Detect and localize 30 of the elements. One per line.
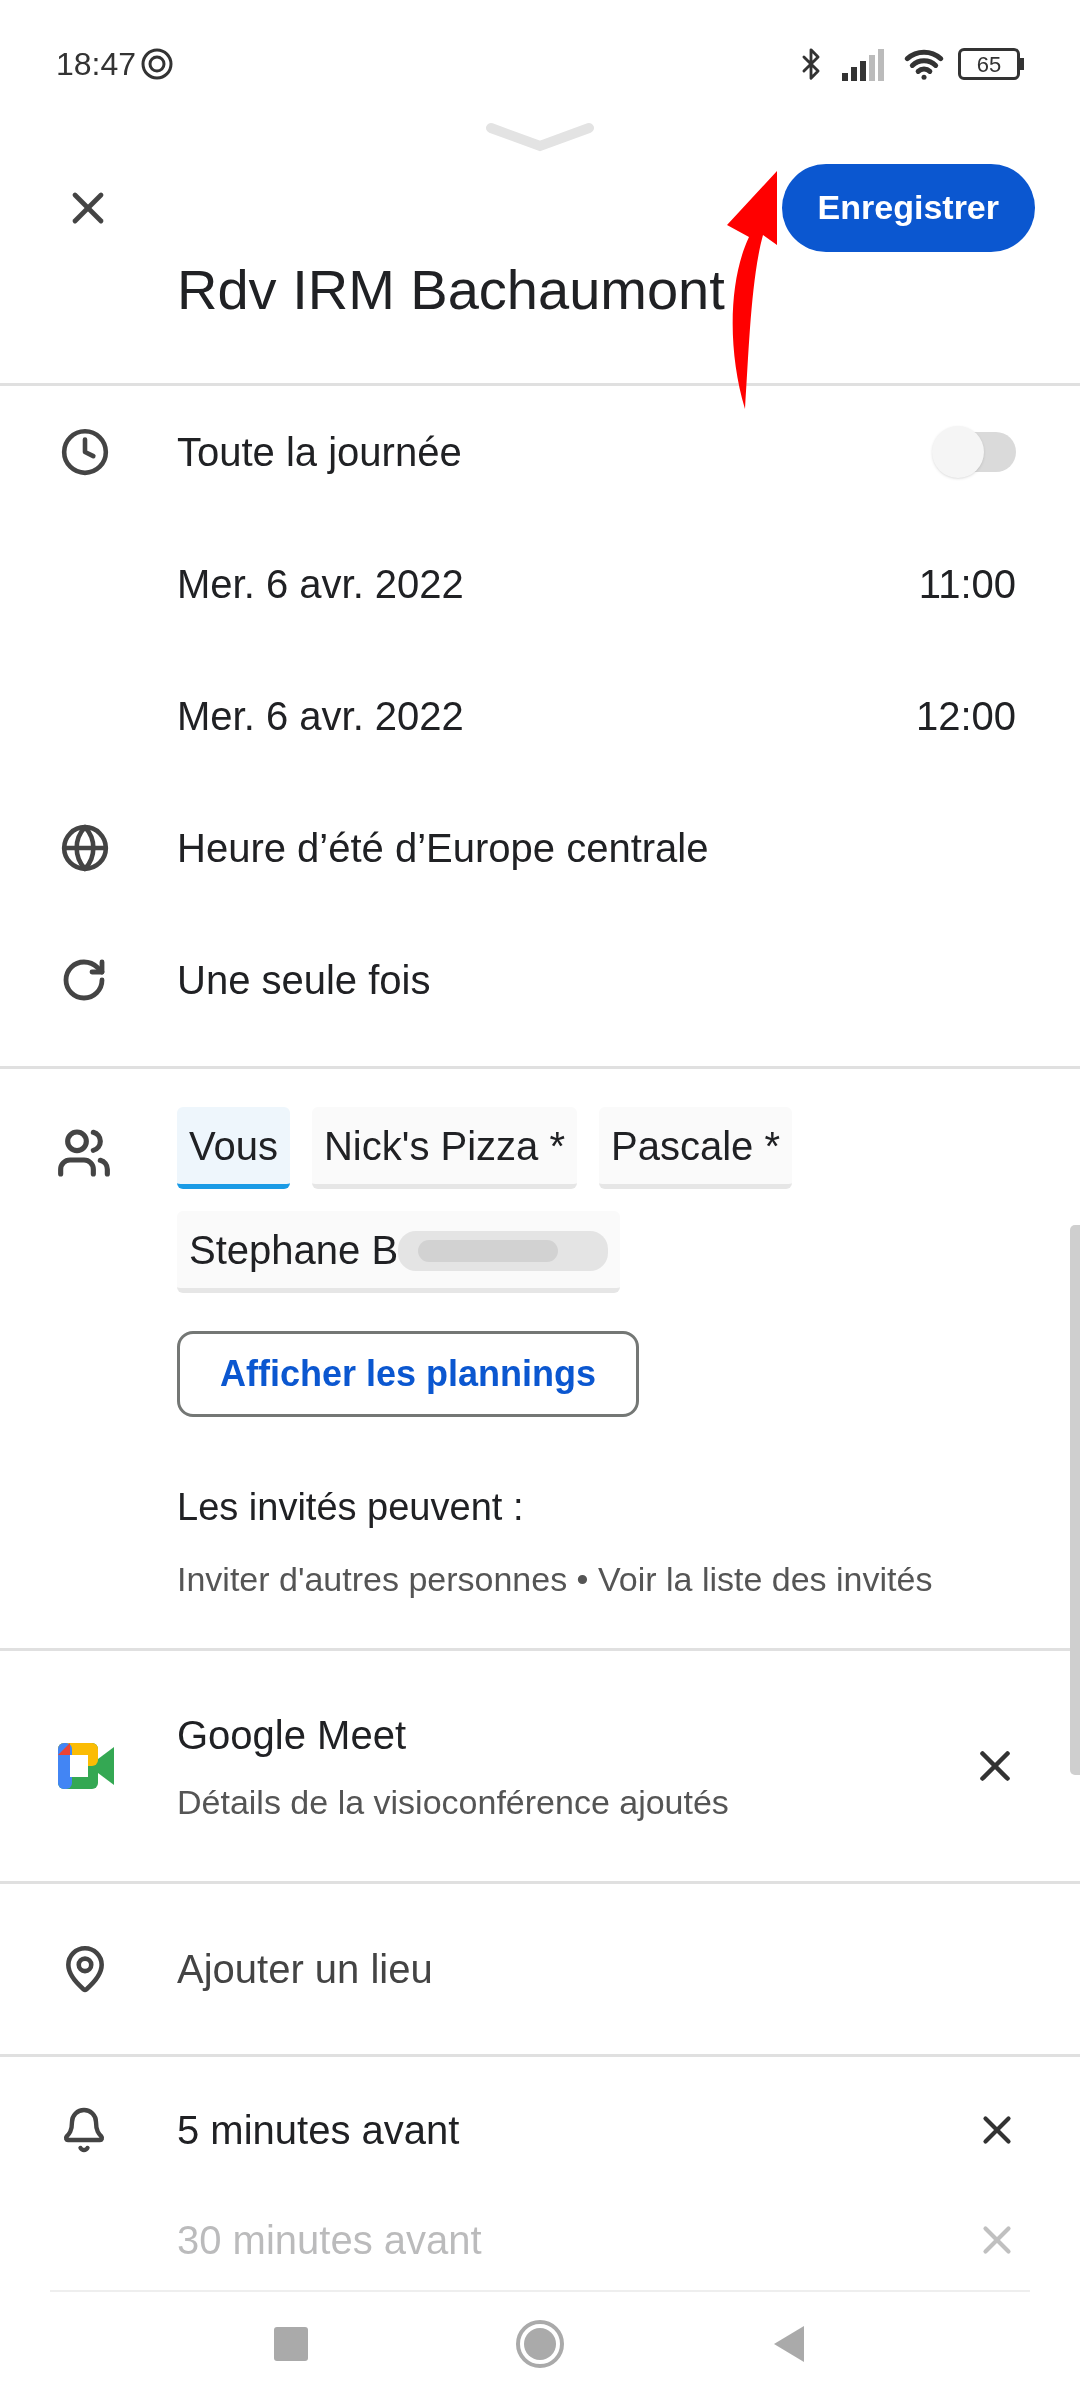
conference-subtitle: Détails de la visioconférence ajoutés (177, 1781, 730, 1823)
event-title[interactable]: Rdv IRM Bachaumont (177, 255, 725, 325)
collapse-handle-icon[interactable] (485, 120, 595, 152)
save-button[interactable]: Enregistrer (781, 163, 1035, 252)
show-schedules-button[interactable]: Afficher les plannings (177, 1331, 640, 1417)
permissions-text: Inviter d'autres personnes • Voir la liste des invités (177, 1559, 934, 1600)
location-field[interactable]: Ajouter un lieu (177, 1939, 433, 1999)
date-field[interactable]: Mer. 6 avr. 2022 (177, 686, 916, 746)
notification-icon (140, 47, 175, 81)
time-field[interactable]: 12:00 (915, 686, 1020, 746)
reminder-text[interactable]: 5 minutes avant (177, 2100, 974, 2160)
globe-icon (60, 823, 110, 873)
repeat-field[interactable]: Une seule fois (177, 950, 431, 1010)
video-call-icon (56, 1741, 116, 1791)
timezone-field[interactable]: Heure d’été d’Europe centrale (177, 818, 709, 878)
guest-chip[interactable]: Vous (177, 1107, 290, 1189)
conference-title: Google Meet (177, 1711, 408, 1759)
recents-icon[interactable] (273, 2327, 308, 2361)
permissions-title: Les invités peuvent : (177, 1485, 525, 1530)
time-field[interactable]: 11:00 (918, 554, 1020, 614)
battery-indicator: 65 (958, 48, 1024, 80)
guest-chip[interactable]: Nick's Pizza * (311, 1107, 577, 1189)
date-field[interactable]: Mer. 6 avr. 2022 (177, 554, 919, 614)
clock-icon (60, 427, 110, 477)
home-icon[interactable] (515, 2319, 565, 2369)
back-icon[interactable] (772, 2324, 807, 2364)
status-time: 18:47 (56, 45, 137, 84)
all-day-label: Toute la journée (177, 429, 463, 476)
guest-chip[interactable]: Pascale * (599, 1107, 792, 1189)
guest-chip[interactable]: Stephane B (177, 1211, 621, 1293)
